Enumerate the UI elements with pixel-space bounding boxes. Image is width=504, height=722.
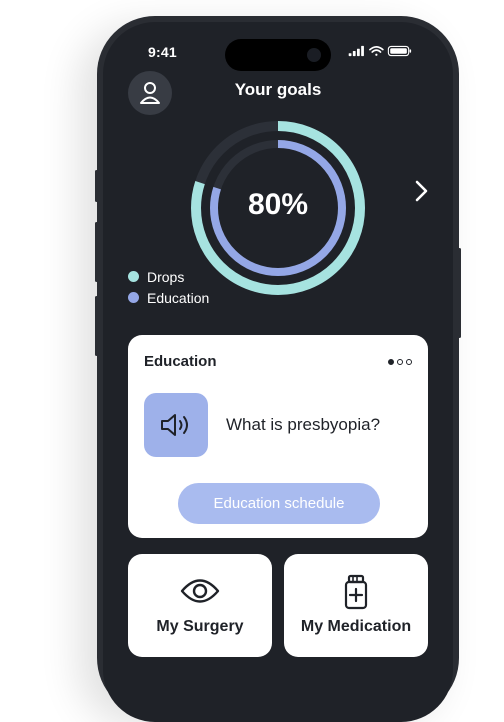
page-title: Your goals [234, 80, 322, 99]
education-schedule-button[interactable]: Education schedule [178, 483, 380, 524]
status-bar: 9:41 [103, 22, 453, 71]
legend-label-drops: Drops [147, 268, 185, 285]
mute-switch [95, 170, 98, 202]
my-medication-tile[interactable]: My Medication [284, 554, 428, 657]
wifi-icon [369, 46, 384, 56]
status-time: 9:41 [148, 44, 177, 60]
status-icons [348, 45, 412, 57]
audio-play-button[interactable] [144, 393, 208, 457]
legend-dot-drops [128, 271, 139, 282]
dynamic-island [225, 39, 331, 71]
pager-dot-3[interactable] [406, 359, 412, 365]
app-screen: 9:41 Your goals 80% Drops Education Educ… [103, 22, 453, 722]
volume-up-button [95, 222, 98, 282]
speaker-icon [161, 414, 188, 436]
chevron-right-icon[interactable] [408, 176, 434, 206]
education-card[interactable]: Education What is presbyopia? Education … [128, 335, 428, 538]
volume-down-button [95, 296, 98, 356]
eye-icon [180, 579, 220, 603]
camera-icon [307, 48, 321, 62]
signal-icon [348, 45, 364, 57]
legend-item-drops: Drops [128, 266, 209, 287]
carousel-pager [388, 359, 412, 365]
education-card-title: Education [144, 353, 217, 370]
progress-percent: 80% [247, 188, 309, 221]
goals-legend: Drops Education [128, 266, 209, 308]
medication-bottle-icon [344, 574, 368, 610]
pager-dot-1[interactable] [388, 359, 394, 365]
pager-dot-2[interactable] [397, 359, 403, 365]
legend-item-education: Education [128, 287, 209, 308]
battery-icon [387, 45, 412, 57]
legend-label-education: Education [147, 289, 210, 306]
my-medication-label: My Medication [300, 618, 412, 635]
power-button [458, 248, 461, 338]
education-item-title[interactable]: What is presbyopia? [226, 415, 380, 435]
legend-dot-education [128, 292, 139, 303]
my-surgery-label: My Surgery [156, 618, 244, 635]
my-surgery-tile[interactable]: My Surgery [128, 554, 272, 657]
